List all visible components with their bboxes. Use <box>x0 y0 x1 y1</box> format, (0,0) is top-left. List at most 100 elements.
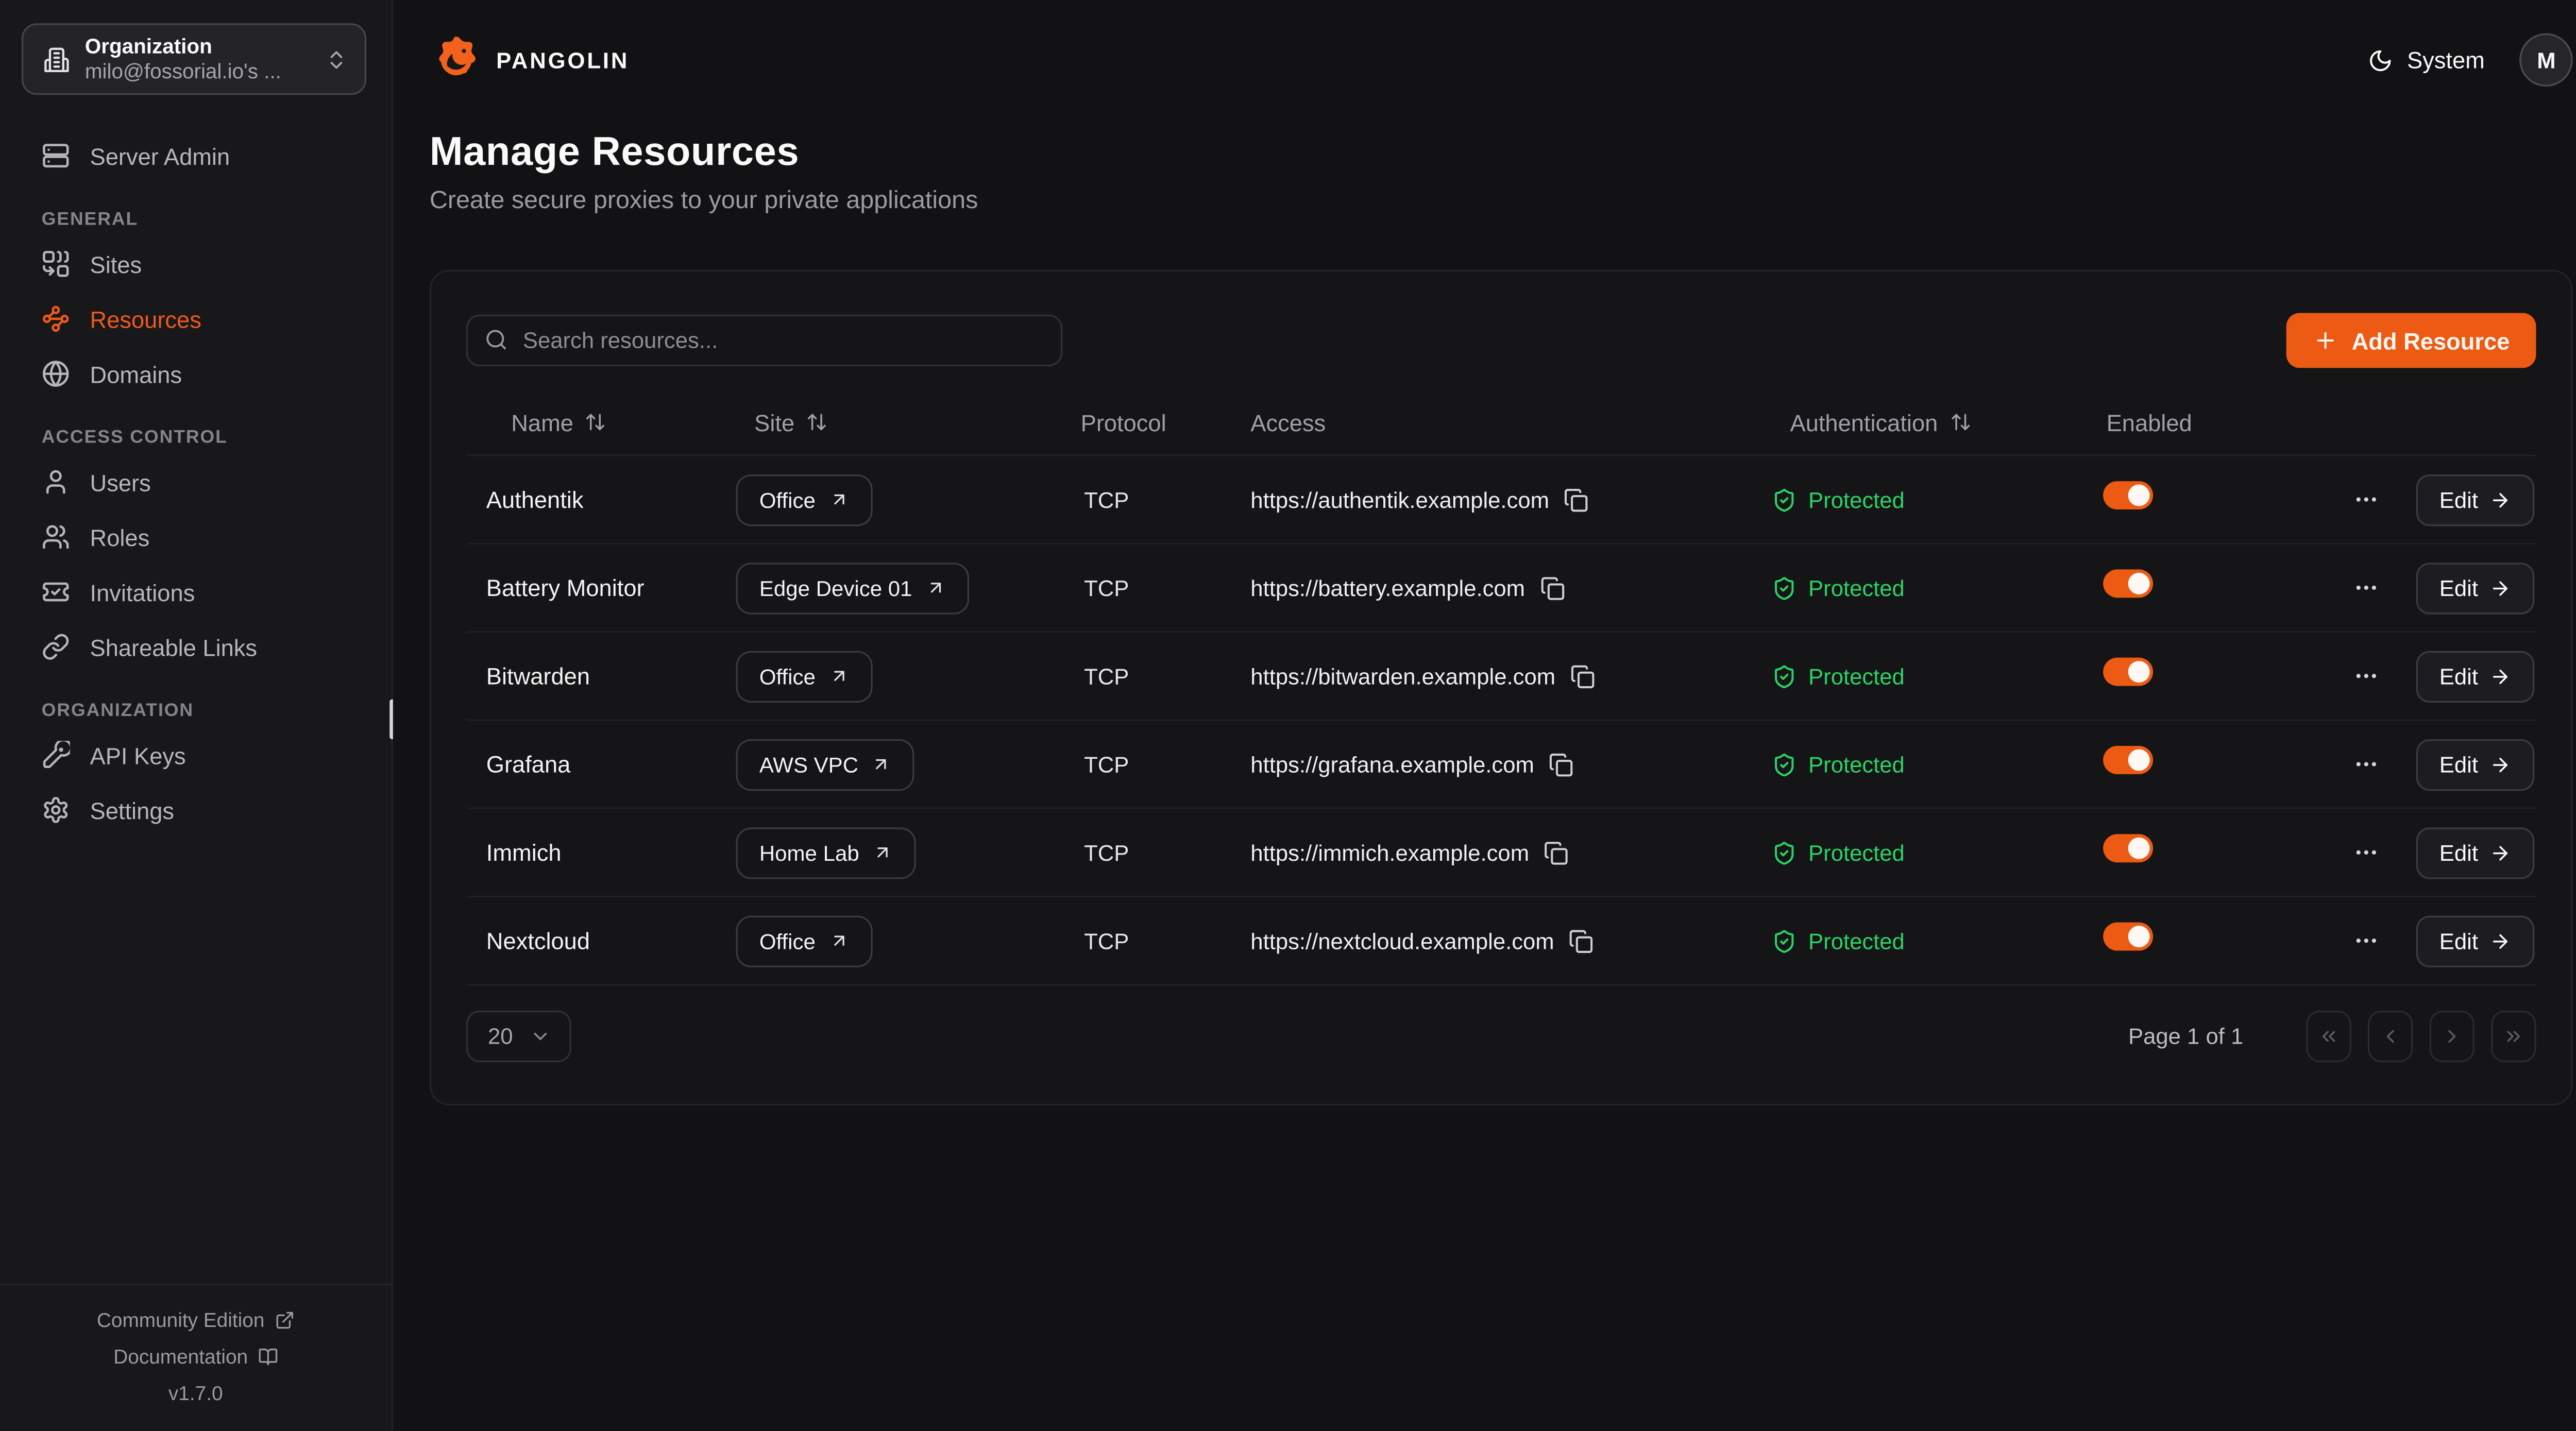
arrow-up-right-icon <box>873 842 893 862</box>
site-chip[interactable]: Home Lab <box>736 827 916 878</box>
brand: PANGOLIN <box>430 33 629 87</box>
sidebar-item-shareable-links[interactable]: Shareable Links <box>0 619 392 674</box>
copy-url-button[interactable] <box>1544 840 1569 865</box>
page-size-value: 20 <box>488 1024 513 1049</box>
add-resource-button[interactable]: Add Resource <box>2287 313 2537 368</box>
sidebar-item-label: Domains <box>90 361 182 387</box>
sidebar-item-resources[interactable]: Resources <box>0 292 392 347</box>
copy-icon <box>1569 928 1594 953</box>
row-menu-button[interactable] <box>2353 662 2380 689</box>
site-cell: Home Lab <box>736 827 1081 878</box>
page-size-select[interactable]: 20 <box>466 1011 571 1062</box>
row-menu-button[interactable] <box>2353 751 2380 778</box>
edit-button[interactable]: Edit <box>2416 915 2535 966</box>
arrow-up-right-icon <box>829 931 849 951</box>
enabled-toggle[interactable] <box>2103 481 2153 509</box>
site-cell: Office <box>736 650 1081 702</box>
arrow-up-right-icon <box>872 754 892 774</box>
sidebar-item-invitations[interactable]: Invitations <box>0 565 392 620</box>
column-header-name[interactable]: Name <box>466 408 736 435</box>
search-input[interactable] <box>466 315 1062 366</box>
sidebar-item-label: Resources <box>90 305 201 332</box>
theme-toggle[interactable]: System <box>2367 46 2484 73</box>
edit-button[interactable]: Edit <box>2416 738 2535 790</box>
copy-url-button[interactable] <box>1569 928 1594 953</box>
sidebar-item-label: Sites <box>90 250 142 277</box>
sidebar-item-server-admin[interactable]: Server Admin <box>0 128 392 183</box>
combine-icon <box>42 250 70 278</box>
sidebar-item-roles[interactable]: Roles <box>0 509 392 565</box>
row-menu-button[interactable] <box>2353 927 2380 954</box>
prev-page-button[interactable] <box>2368 1011 2413 1062</box>
first-page-button[interactable] <box>2307 1011 2351 1062</box>
edit-button-label: Edit <box>2439 752 2478 776</box>
documentation-link[interactable]: Documentation <box>0 1338 392 1374</box>
row-menu-button[interactable] <box>2353 574 2380 601</box>
row-actions: Edit <box>2326 827 2536 878</box>
row-menu-button[interactable] <box>2353 486 2380 513</box>
resource-name: Bitwarden <box>466 662 736 689</box>
site-chip[interactable]: Office <box>736 650 872 702</box>
gear-icon <box>42 796 70 824</box>
sort-icon[interactable] <box>585 411 607 433</box>
copy-url-button[interactable] <box>1549 752 1574 776</box>
row-menu-button[interactable] <box>2353 839 2380 866</box>
table-row: Authentik Office TCP https://authentik.e… <box>466 456 2536 544</box>
ticket-check-icon <box>42 578 70 606</box>
sidebar-item-label: Shareable Links <box>90 634 258 660</box>
search-box <box>466 315 1062 366</box>
copy-url-button[interactable] <box>1570 663 1595 688</box>
sidebar-item-users[interactable]: Users <box>0 454 392 509</box>
arrow-up-right-icon <box>829 666 849 686</box>
copy-icon <box>1570 663 1595 688</box>
table-body: Authentik Office TCP https://authentik.e… <box>466 456 2536 986</box>
site-chip[interactable]: AWS VPC <box>736 738 915 790</box>
column-header-authentication[interactable]: Authentication <box>1772 408 2103 435</box>
sidebar-section-label: ORGANIZATION <box>0 701 392 728</box>
copy-url-button[interactable] <box>1564 487 1589 512</box>
sidebar-item-label: API Keys <box>90 742 186 769</box>
sort-icon[interactable] <box>1950 411 1971 433</box>
table-row: Immich Home Lab TCP https://immich.examp… <box>466 809 2536 897</box>
edit-button[interactable]: Edit <box>2416 474 2535 525</box>
authentication-badge: Protected <box>1772 840 2103 865</box>
next-page-button[interactable] <box>2430 1011 2475 1062</box>
sidebar-item-sites[interactable]: Sites <box>0 236 392 292</box>
access-cell: https://bitwarden.example.com <box>1250 663 1772 688</box>
resource-url: https://battery.example.com <box>1250 575 1525 600</box>
sidebar-item-domains[interactable]: Domains <box>0 346 392 401</box>
shield-check-icon <box>1772 487 1797 512</box>
site-chip[interactable]: Office <box>736 915 872 966</box>
chevrons-left-icon <box>2318 1026 2340 1047</box>
row-actions: Edit <box>2326 562 2536 614</box>
ellipsis-icon <box>2353 574 2380 601</box>
edit-button[interactable]: Edit <box>2416 562 2535 614</box>
avatar[interactable]: M <box>2520 33 2573 87</box>
enabled-toggle[interactable] <box>2103 746 2153 774</box>
edit-button[interactable]: Edit <box>2416 650 2535 702</box>
site-chip[interactable]: Office <box>736 474 872 525</box>
enabled-toggle[interactable] <box>2103 923 2153 951</box>
sort-icon[interactable] <box>806 411 828 433</box>
enabled-toggle[interactable] <box>2103 658 2153 686</box>
copy-url-button[interactable] <box>1540 575 1565 600</box>
column-header-label: Name <box>511 408 573 435</box>
sidebar-item-settings[interactable]: Settings <box>0 782 392 838</box>
enabled-toggle[interactable] <box>2103 834 2153 862</box>
arrow-right-icon <box>2490 930 2512 951</box>
community-edition-label: Community Edition <box>97 1301 265 1338</box>
community-edition-link[interactable]: Community Edition <box>0 1301 392 1338</box>
enabled-toggle[interactable] <box>2103 569 2153 598</box>
sidebar-footer: Community Edition Documentation v1.7.0 <box>0 1283 392 1431</box>
resources-card: Add Resource Name Site Protocol Access A… <box>430 270 2573 1106</box>
authentication-label: Protected <box>1808 752 1905 776</box>
site-chip[interactable]: Edge Device 01 <box>736 562 969 614</box>
org-selector[interactable]: Organization milo@fossorial.io's ... <box>22 23 366 95</box>
edit-button[interactable]: Edit <box>2416 827 2535 878</box>
row-actions: Edit <box>2326 915 2536 966</box>
copy-icon <box>1549 752 1574 776</box>
search-icon <box>485 328 508 351</box>
column-header-site[interactable]: Site <box>736 408 1081 435</box>
last-page-button[interactable] <box>2492 1011 2536 1062</box>
sidebar-item-api-keys[interactable]: API Keys <box>0 727 392 782</box>
